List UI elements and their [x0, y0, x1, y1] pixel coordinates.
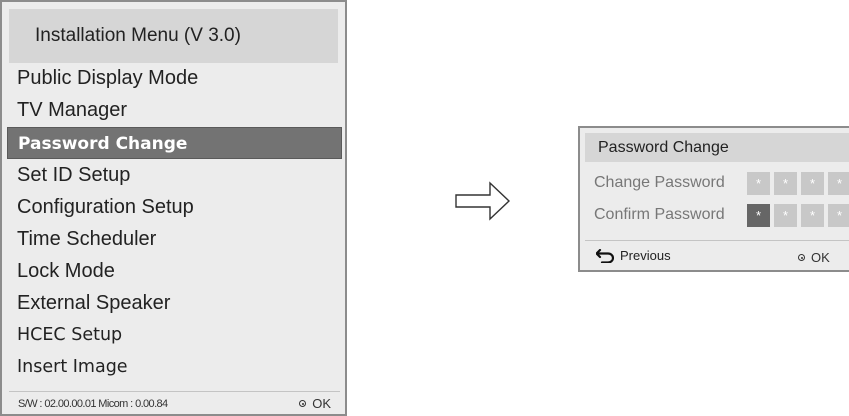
menu-item-external-speaker[interactable]: External Speaker: [7, 287, 342, 319]
change-password-digit-2[interactable]: *: [774, 172, 797, 195]
password-change-dialog: Password Change Change Password * * * * …: [578, 126, 849, 272]
previous-button[interactable]: Previous: [595, 246, 671, 264]
menu-item-password-change[interactable]: Password Change: [7, 127, 342, 159]
confirm-password-digit-4[interactable]: *: [828, 204, 849, 227]
menu-item-configuration-setup[interactable]: Configuration Setup: [7, 191, 342, 223]
menu-ok-label: OK: [312, 396, 331, 411]
ok-dot-icon: [798, 254, 805, 261]
change-password-digit-3[interactable]: *: [801, 172, 824, 195]
dialog-divider: [585, 240, 849, 241]
back-arrow-icon: [595, 248, 615, 264]
menu-item-hcec-setup[interactable]: HCEC Setup: [7, 319, 342, 351]
software-version-status: S/W : 02.00.00.01 Micom : 0.00.84: [18, 398, 168, 410]
previous-label: Previous: [620, 248, 671, 263]
menu-item-insert-image[interactable]: Insert Image: [7, 351, 342, 383]
dialog-title: Password Change: [585, 133, 849, 162]
confirm-password-digit-2[interactable]: *: [774, 204, 797, 227]
right-arrow-icon: [455, 181, 511, 221]
menu-item-set-id-setup[interactable]: Set ID Setup: [7, 159, 342, 191]
menu-title: Installation Menu (V 3.0): [9, 9, 338, 63]
confirm-password-digit-1[interactable]: *: [747, 204, 770, 227]
menu-ok-button[interactable]: OK: [299, 396, 331, 411]
menu-footer: S/W : 02.00.00.01 Micom : 0.00.84 OK: [18, 396, 331, 414]
ok-dot-icon: [299, 400, 307, 407]
installation-menu-panel: Installation Menu (V 3.0) Public Display…: [0, 0, 347, 416]
menu-item-lock-mode[interactable]: Lock Mode: [7, 255, 342, 287]
change-password-digit-4[interactable]: *: [828, 172, 849, 195]
menu-divider: [9, 391, 340, 392]
dialog-ok-label: OK: [811, 250, 830, 265]
confirm-password-label: Confirm Password: [594, 206, 725, 223]
menu-item-time-scheduler[interactable]: Time Scheduler: [7, 223, 342, 255]
menu-item-public-display-mode[interactable]: Public Display Mode: [7, 62, 342, 94]
change-password-digit-1[interactable]: *: [747, 172, 770, 195]
confirm-password-digit-3[interactable]: *: [801, 204, 824, 227]
menu-item-tv-manager[interactable]: TV Manager: [7, 94, 342, 126]
dialog-ok-button[interactable]: OK: [798, 250, 830, 265]
change-password-label: Change Password: [594, 174, 725, 191]
